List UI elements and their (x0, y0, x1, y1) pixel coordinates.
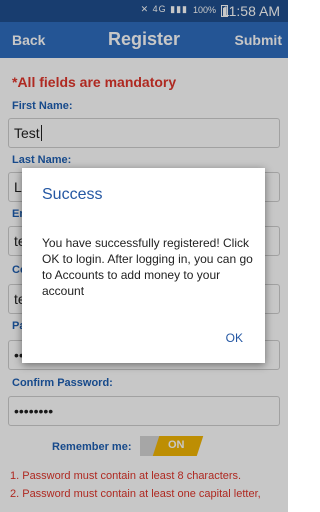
dialog-title: Success (42, 186, 103, 203)
ok-button[interactable]: OK (226, 331, 243, 345)
success-dialog: Success You have successfully registered… (22, 168, 265, 363)
dialog-message: You have successfully registered! Click … (42, 236, 253, 298)
